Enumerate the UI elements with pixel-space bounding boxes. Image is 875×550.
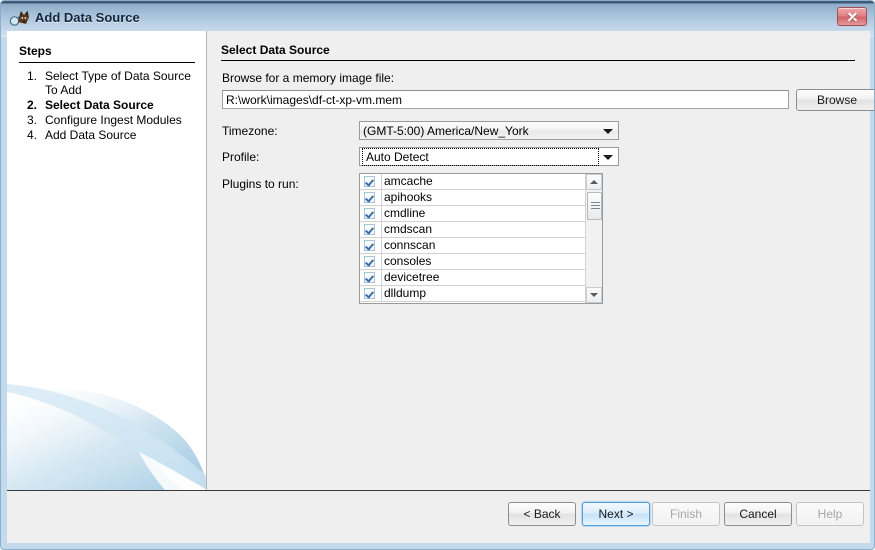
checkbox-checked-icon[interactable]: [364, 208, 375, 219]
grip-icon: [591, 202, 600, 211]
close-icon[interactable]: [837, 7, 867, 26]
plugins-rows: amcache apihooks cmdline: [360, 174, 585, 302]
checkbox-checked-icon[interactable]: [364, 192, 375, 203]
checkbox-checked-icon[interactable]: [364, 288, 375, 299]
list-item[interactable]: dlldump: [360, 286, 585, 302]
step-number: 2.: [27, 98, 37, 112]
scroll-up-icon[interactable]: [586, 174, 602, 190]
autopsy-logo-icon: [9, 8, 31, 28]
list-item[interactable]: devicetree: [360, 270, 585, 286]
cancel-button[interactable]: Cancel: [724, 502, 792, 526]
steps-heading: Steps: [19, 44, 52, 58]
column-separator: [381, 254, 382, 269]
plugins-list[interactable]: amcache apihooks cmdline: [359, 173, 603, 304]
next-button[interactable]: Next >: [582, 502, 650, 526]
timezone-value: (GMT-5:00) America/New_York: [363, 123, 598, 139]
step-label: Add Data Source: [45, 128, 136, 142]
profile-label: Profile:: [222, 150, 259, 164]
steps-list: 1. Select Type of Data Source To Add 2. …: [19, 69, 205, 143]
step-number: 3.: [27, 113, 37, 127]
page-title: Select Data Source: [221, 43, 330, 57]
dialog-body: Steps 1. Select Type of Data Source To A…: [7, 31, 870, 543]
plugin-name: amcache: [380, 174, 433, 189]
checkbox-checked-icon[interactable]: [364, 256, 375, 267]
list-item[interactable]: apihooks: [360, 190, 585, 206]
step-label: Configure Ingest Modules: [45, 113, 182, 127]
list-item[interactable]: amcache: [360, 174, 585, 190]
list-item[interactable]: cmdline: [360, 206, 585, 222]
column-separator: [381, 286, 382, 301]
plugins-scrollbar[interactable]: [585, 174, 602, 303]
plugins-label: Plugins to run:: [222, 177, 299, 191]
plugin-name: cmdscan: [380, 222, 432, 237]
list-item[interactable]: cmdscan: [360, 222, 585, 238]
steps-divider: [19, 62, 195, 63]
profile-dropdown[interactable]: Auto Detect: [359, 147, 619, 166]
step-number: 1.: [27, 69, 37, 83]
timezone-label: Timezone:: [222, 124, 278, 138]
timezone-dropdown[interactable]: (GMT-5:00) America/New_York: [359, 121, 619, 140]
back-button[interactable]: < Back: [508, 502, 576, 526]
window-title: Add Data Source: [35, 10, 140, 25]
finish-button: Finish: [652, 502, 720, 526]
column-separator: [381, 270, 382, 285]
column-separator: [381, 222, 382, 237]
scroll-down-icon[interactable]: [586, 287, 602, 303]
step-label: Select Type of Data Source To Add: [45, 69, 191, 97]
step-item-3: 3. Configure Ingest Modules: [19, 113, 205, 127]
profile-value: Auto Detect: [363, 149, 598, 165]
steps-panel: Steps 1. Select Type of Data Source To A…: [7, 31, 207, 490]
image-path-input[interactable]: [222, 90, 789, 109]
plugin-name: consoles: [380, 254, 431, 269]
step-item-4: 4. Add Data Source: [19, 128, 205, 142]
plugin-name: cmdline: [380, 206, 425, 221]
content-divider: [221, 60, 855, 61]
scrollbar-thumb[interactable]: [587, 192, 602, 220]
column-separator: [381, 206, 382, 221]
plugin-name: dlldump: [380, 286, 426, 301]
step-label: Select Data Source: [45, 98, 154, 112]
plugin-name: devicetree: [380, 270, 439, 285]
step-item-2: 2. Select Data Source: [19, 98, 205, 112]
help-button: Help: [796, 502, 864, 526]
checkbox-checked-icon[interactable]: [364, 272, 375, 283]
checkbox-checked-icon[interactable]: [364, 240, 375, 251]
list-item[interactable]: consoles: [360, 254, 585, 270]
browse-label: Browse for a memory image file:: [222, 71, 394, 85]
plugin-name: apihooks: [380, 190, 432, 205]
footer-bar: < Back Next > Finish Cancel Help: [7, 491, 870, 543]
checkbox-checked-icon[interactable]: [364, 176, 375, 187]
browse-button[interactable]: Browse: [796, 89, 875, 111]
content-panel: Select Data Source Browse for a memory i…: [208, 31, 870, 490]
column-separator: [381, 238, 382, 253]
chevron-down-icon: [603, 129, 613, 134]
list-item[interactable]: connscan: [360, 238, 585, 254]
plugin-name: connscan: [380, 238, 435, 253]
column-separator: [381, 190, 382, 205]
step-item-1: 1. Select Type of Data Source To Add: [19, 69, 205, 97]
column-separator: [381, 174, 382, 189]
decorative-swoosh-graphic: [7, 360, 207, 490]
add-data-source-window: Add Data Source Steps 1. Select Type of …: [0, 0, 875, 550]
checkbox-checked-icon[interactable]: [364, 224, 375, 235]
chevron-down-icon: [603, 155, 613, 160]
step-number: 4.: [27, 128, 37, 142]
